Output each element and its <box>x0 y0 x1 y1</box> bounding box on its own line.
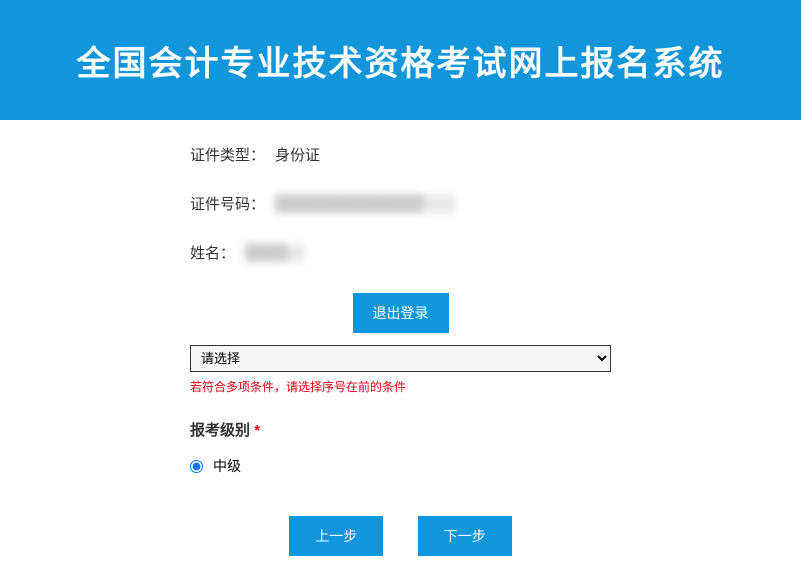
logout-button[interactable]: 退出登录 <box>353 293 449 333</box>
condition-select[interactable]: 请选择 <box>190 345 611 372</box>
exam-level-option-row: 中级 <box>190 456 611 476</box>
exam-level-label: 报考级别 * <box>190 419 611 440</box>
name-value: ████ <box>245 244 305 262</box>
required-star: * <box>254 422 260 439</box>
id-type-value: 身份证 <box>275 144 320 165</box>
id-number-row: 证件号码： ██████████████ <box>190 193 611 214</box>
condition-hint: 若符合多项条件，请选择序号在前的条件 <box>190 378 611 395</box>
next-button[interactable]: 下一步 <box>418 516 512 556</box>
id-number-value: ██████████████ <box>275 195 455 213</box>
form-content: 证件类型： 身份证 证件号码： ██████████████ 姓名： ████ … <box>0 144 801 556</box>
exam-level-option-label: 中级 <box>213 456 241 476</box>
logout-wrapper: 退出登录 <box>190 293 611 333</box>
prev-button[interactable]: 上一步 <box>289 516 383 556</box>
page-header: 全国会计专业技术资格考试网上报名系统 <box>0 0 801 120</box>
exam-level-text: 报考级别 <box>190 422 250 439</box>
nav-buttons: 上一步 下一步 <box>190 516 611 556</box>
id-number-label: 证件号码： <box>190 193 265 214</box>
name-row: 姓名： ████ <box>190 242 611 263</box>
id-type-label: 证件类型： <box>190 144 265 165</box>
name-label: 姓名： <box>190 242 235 263</box>
exam-level-radio[interactable] <box>190 460 203 473</box>
condition-select-wrapper: 请选择 <box>190 345 611 372</box>
id-type-row: 证件类型： 身份证 <box>190 144 611 165</box>
page-title: 全国会计专业技术资格考试网上报名系统 <box>77 36 725 85</box>
